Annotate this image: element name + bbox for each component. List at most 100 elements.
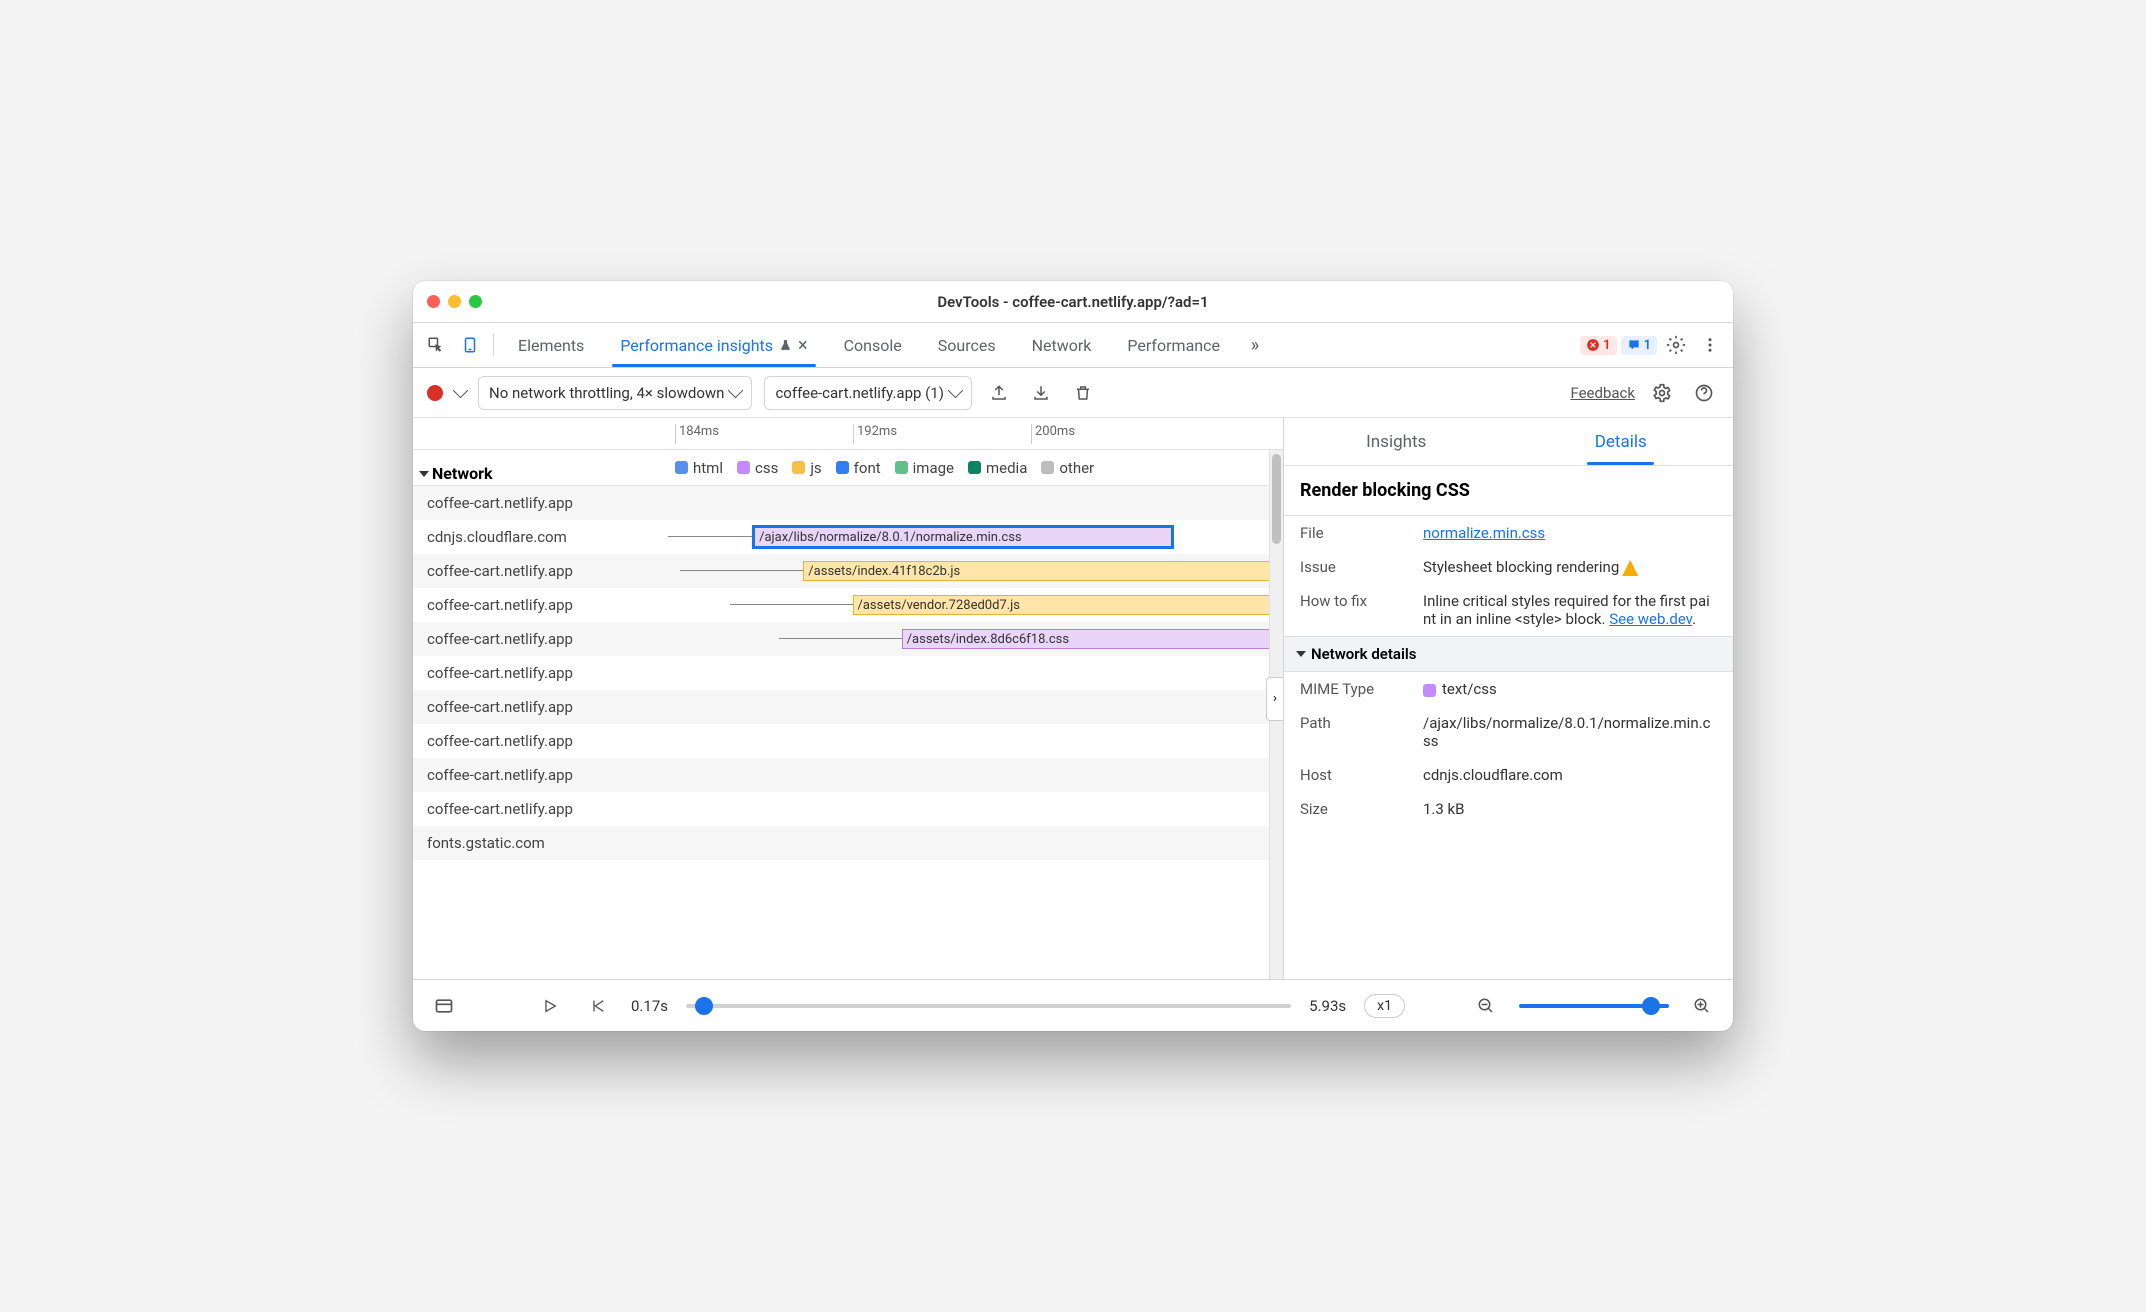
tab-sources[interactable]: Sources bbox=[922, 323, 1012, 367]
network-row[interactable]: coffee-cart.netlify.app/assets/vendor.72… bbox=[413, 588, 1283, 622]
tab-network[interactable]: Network bbox=[1016, 323, 1108, 367]
tab-details[interactable]: Details bbox=[1509, 418, 1734, 465]
network-row[interactable]: fonts.gstatic.com bbox=[413, 826, 1283, 860]
request-bar[interactable]: /assets/index.41f18c2b.js bbox=[803, 561, 1283, 581]
record-button[interactable] bbox=[427, 385, 443, 401]
legend-other[interactable]: other bbox=[1041, 459, 1094, 477]
network-row[interactable]: coffee-cart.netlify.app bbox=[413, 724, 1283, 758]
time-slider[interactable] bbox=[686, 1004, 1291, 1008]
export-icon[interactable] bbox=[984, 378, 1014, 408]
tab-console[interactable]: Console bbox=[828, 323, 918, 367]
whisker bbox=[779, 638, 902, 639]
minimize-icon[interactable] bbox=[448, 295, 461, 308]
swatch-icon bbox=[968, 461, 981, 474]
label-fix: How to fix bbox=[1300, 592, 1415, 628]
import-icon[interactable] bbox=[1026, 378, 1056, 408]
kebab-icon[interactable] bbox=[1695, 330, 1725, 360]
tab-performance[interactable]: Performance bbox=[1111, 323, 1236, 367]
network-rows: coffee-cart.netlify.appcdnjs.cloudflare.… bbox=[413, 486, 1283, 979]
network-row[interactable]: coffee-cart.netlify.app bbox=[413, 758, 1283, 792]
network-row[interactable]: coffee-cart.netlify.app bbox=[413, 656, 1283, 690]
network-section-header[interactable]: Network bbox=[419, 464, 493, 483]
label-path: Path bbox=[1300, 714, 1415, 750]
network-row[interactable]: coffee-cart.netlify.app/assets/index.8d6… bbox=[413, 622, 1283, 656]
settings-icon[interactable] bbox=[1661, 330, 1691, 360]
close-icon[interactable] bbox=[427, 295, 440, 308]
network-row[interactable]: coffee-cart.netlify.app/assets/index.41f… bbox=[413, 554, 1283, 588]
detail-heading: Render blocking CSS bbox=[1284, 466, 1733, 516]
devtools-window: DevTools - coffee-cart.netlify.app/?ad=1… bbox=[413, 281, 1733, 1031]
zoom-slider[interactable] bbox=[1519, 1004, 1669, 1008]
tab-performance-insights[interactable]: Performance insights× bbox=[604, 323, 823, 367]
throttling-dropdown[interactable]: No network throttling, 4× slowdown bbox=[478, 376, 752, 410]
triangle-down-icon bbox=[419, 471, 429, 477]
mime-swatch bbox=[1423, 684, 1436, 697]
zoom-in-icon[interactable] bbox=[1687, 991, 1717, 1021]
rewind-icon[interactable] bbox=[583, 991, 613, 1021]
webdev-link[interactable]: See web.dev bbox=[1609, 610, 1692, 628]
legend-font[interactable]: font bbox=[836, 459, 881, 477]
record-menu-icon[interactable] bbox=[453, 383, 469, 399]
mime-value: text/css bbox=[1423, 680, 1717, 698]
legend-html[interactable]: html bbox=[675, 459, 723, 477]
main-content: 184ms 192ms 200ms htmlcssjsfont image medi… bbox=[413, 418, 1733, 979]
track bbox=[668, 486, 1283, 520]
time-start: 0.17s bbox=[631, 997, 668, 1015]
track: /assets/vendor.728ed0d7.js bbox=[668, 588, 1283, 622]
messages-badge[interactable]: 1 bbox=[1621, 336, 1657, 355]
legend-media[interactable]: media bbox=[968, 459, 1027, 477]
swatch-icon bbox=[792, 461, 805, 474]
legend-image[interactable]: image bbox=[895, 459, 954, 477]
network-row[interactable]: coffee-cart.netlify.app bbox=[413, 486, 1283, 520]
domain-cell: coffee-cart.netlify.app bbox=[413, 596, 668, 614]
swatch-icon bbox=[895, 461, 908, 474]
track: /assets/index.8d6c6f18.css bbox=[668, 622, 1283, 656]
slider-thumb[interactable] bbox=[695, 997, 713, 1015]
collapse-panel-icon[interactable]: › bbox=[1266, 677, 1283, 721]
domain-cell: coffee-cart.netlify.app bbox=[413, 664, 668, 682]
legend-js[interactable]: js bbox=[792, 459, 821, 477]
detail-tabs: Insights Details bbox=[1284, 418, 1733, 466]
domain-cell: cdnjs.cloudflare.com bbox=[413, 528, 668, 546]
window-title: DevTools - coffee-cart.netlify.app/?ad=1 bbox=[937, 293, 1208, 311]
request-bar[interactable]: /assets/vendor.728ed0d7.js bbox=[853, 595, 1284, 615]
inspect-icon[interactable] bbox=[421, 330, 451, 360]
tab-insights[interactable]: Insights bbox=[1284, 418, 1509, 465]
feedback-link[interactable]: Feedback bbox=[1570, 384, 1635, 402]
play-icon[interactable] bbox=[535, 991, 565, 1021]
path-value: /ajax/libs/normalize/8.0.1/normalize.min… bbox=[1423, 714, 1717, 750]
titlebar: DevTools - coffee-cart.netlify.app/?ad=1 bbox=[413, 281, 1733, 323]
network-row[interactable]: coffee-cart.netlify.app bbox=[413, 690, 1283, 724]
file-link[interactable]: normalize.min.css bbox=[1423, 524, 1545, 542]
legend-css[interactable]: css bbox=[737, 459, 778, 477]
network-row[interactable]: coffee-cart.netlify.app bbox=[413, 792, 1283, 826]
error-badge[interactable]: 1 bbox=[1580, 336, 1616, 355]
swatch-icon bbox=[675, 461, 688, 474]
scrollbar-thumb[interactable] bbox=[1272, 454, 1281, 544]
speed-pill[interactable]: x1 bbox=[1364, 994, 1405, 1018]
request-bar[interactable]: /ajax/libs/normalize/8.0.1/normalize.min… bbox=[754, 527, 1172, 547]
footer: 0.17s 5.93s x1 bbox=[413, 979, 1733, 1031]
swatch-icon bbox=[1041, 461, 1054, 474]
device-icon[interactable] bbox=[455, 330, 485, 360]
zoom-out-icon[interactable] bbox=[1471, 991, 1501, 1021]
network-details-section[interactable]: Network details bbox=[1284, 636, 1733, 672]
track bbox=[668, 792, 1283, 826]
gear-icon[interactable] bbox=[1647, 378, 1677, 408]
tab-elements[interactable]: Elements bbox=[502, 323, 600, 367]
maximize-icon[interactable] bbox=[469, 295, 482, 308]
swatch-icon bbox=[836, 461, 849, 474]
network-row[interactable]: cdnjs.cloudflare.com/ajax/libs/normalize… bbox=[413, 520, 1283, 554]
request-bar[interactable]: /assets/index.8d6c6f18.css bbox=[902, 629, 1283, 649]
more-tabs-icon[interactable]: » bbox=[1240, 330, 1270, 360]
toggle-screenshot-icon[interactable] bbox=[429, 991, 459, 1021]
delete-icon[interactable] bbox=[1068, 378, 1098, 408]
label-host: Host bbox=[1300, 766, 1415, 784]
track bbox=[668, 826, 1283, 860]
close-tab-icon[interactable]: × bbox=[798, 335, 808, 356]
time-ruler: 184ms 192ms 200ms bbox=[413, 418, 1283, 450]
zoom-thumb[interactable] bbox=[1642, 997, 1660, 1015]
target-dropdown[interactable]: coffee-cart.netlify.app (1) bbox=[764, 376, 971, 410]
timeline-panel: 184ms 192ms 200ms htmlcssjsfont image medi… bbox=[413, 418, 1283, 979]
help-icon[interactable] bbox=[1689, 378, 1719, 408]
